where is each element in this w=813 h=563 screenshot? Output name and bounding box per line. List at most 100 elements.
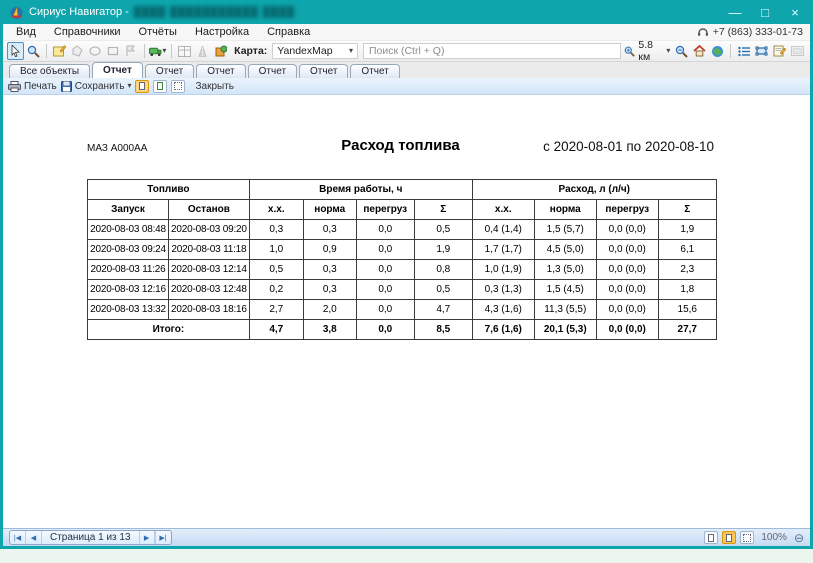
table-cell: 0,8 [414,260,472,280]
table-cell: 0,0 [356,300,414,320]
next-page-button[interactable]: ▶ [139,531,155,544]
cursor-tool-button[interactable] [7,42,24,60]
save-button[interactable]: Сохранить ▾ [61,81,132,92]
zoom-out-control[interactable]: ⊖ [794,532,804,544]
menu-bar: ВидСправочникиОтчётыНастройкаСправка +7 … [3,24,810,41]
list-icon [738,46,750,57]
package-globe-icon [215,45,227,57]
route-tool-button[interactable] [123,42,140,60]
globe-button[interactable] [709,42,726,60]
road-view-button[interactable] [194,42,211,60]
map-edit-icon [53,45,66,57]
redacted-company-name: ████ ███████████ ████ [134,7,295,18]
map-select-caret-icon: ▾ [349,47,353,55]
table-column-header-1: Останов [169,200,250,220]
table-cell: 0,5 [414,220,472,240]
object-list-button[interactable] [735,42,752,60]
tab-2[interactable]: Отчет [145,64,194,78]
table-cell: 1,9 [658,220,716,240]
menu-items: ВидСправочникиОтчётыНастройкаСправка [3,24,319,40]
close-button[interactable]: × [780,0,810,24]
table-cell: 0,0 (0,0) [596,220,658,240]
fit-page-view-button[interactable] [153,80,167,93]
table-cell: 0,0 [356,240,414,260]
table-view-button[interactable] [176,42,193,60]
toolbar-separator [46,44,47,58]
last-page-button[interactable]: ▶| [155,531,171,544]
table-cell: 0,0 (0,0) [596,300,658,320]
table-cell: 2,3 [658,260,716,280]
zoom-level: 100% [761,532,787,543]
print-button[interactable]: Печать [8,81,57,92]
table-cell: 0,3 [303,280,356,300]
map-scale-control[interactable]: 5.8 км ▾ [624,39,670,63]
table-cell: 2020-08-03 08:48 [88,220,169,240]
table-cell: 1,0 [249,240,303,260]
first-page-button[interactable]: |◀ [10,531,26,544]
minimize-button[interactable]: — [720,0,750,24]
totals-cell: 20,1 (5,3) [534,320,596,340]
menu-item-3[interactable]: Настройка [186,24,258,40]
totals-cell: 0,0 (0,0) [596,320,658,340]
polygon-tool-button[interactable] [69,42,86,60]
table-cell: 0,5 [414,280,472,300]
table-row-0: 2020-08-03 08:482020-08-03 09:200,30,30,… [88,220,717,240]
map-edit-button[interactable] [51,42,68,60]
notes-button[interactable] [771,42,788,60]
search-input[interactable] [363,43,621,59]
map-select[interactable]: YandexMap ▾ [272,43,358,59]
screenshot-button[interactable] [789,42,806,60]
package-button[interactable] [212,42,229,60]
support-phone: +7 (863) 333-01-73 [697,26,810,38]
table-cell: 0,4 (1,4) [472,220,534,240]
view-mode-single-button[interactable] [704,531,718,544]
magnifier-icon [27,45,40,58]
home-button[interactable] [691,42,708,60]
save-label: Сохранить [75,81,125,92]
map-label: Карта: [234,45,267,57]
save-menu-caret-icon[interactable]: ▾ [127,82,131,90]
tab-5[interactable]: Отчет [299,64,348,78]
table-cell: 2020-08-03 09:20 [169,220,250,240]
zoom-out-button[interactable] [673,42,690,60]
menu-item-0[interactable]: Вид [7,24,45,40]
geofence-button[interactable] [753,42,770,60]
home-icon [693,45,706,57]
menu-item-1[interactable]: Справочники [45,24,130,40]
tab-6[interactable]: Отчет [350,64,399,78]
view-mode-fit-button[interactable] [722,531,736,544]
map-select-value: YandexMap [277,45,332,57]
prev-page-button[interactable]: ◀ [26,531,42,544]
maximize-button[interactable]: □ [750,0,780,24]
tab-0[interactable]: Все объекты [9,64,90,78]
table-cell: 0,5 [249,260,303,280]
table-cell: 0,0 [356,220,414,240]
multi-page-view-button[interactable] [171,80,185,93]
road-icon [196,46,209,57]
rectangle-tool-button[interactable] [105,42,122,60]
vehicle-menu-button[interactable]: ▾ [148,42,167,60]
view-mode-grid-button[interactable] [740,531,754,544]
tab-4[interactable]: Отчет [248,64,297,78]
zoom-in-icon [624,45,635,58]
tab-1[interactable]: Отчет [92,62,143,78]
headset-icon [697,27,709,38]
page-icon [139,82,145,90]
vehicle-menu-caret-icon: ▾ [162,47,166,55]
table-cell: 2020-08-03 09:24 [88,240,169,260]
tab-3[interactable]: Отчет [196,64,245,78]
table-cell: 0,3 [303,220,356,240]
table-icon [178,46,191,57]
ellipse-tool-button[interactable] [87,42,104,60]
table-cell: 1,3 (5,0) [534,260,596,280]
close-report-button[interactable]: Закрыть [195,81,234,92]
table-column-header-6: х.х. [472,200,534,220]
single-page-view-button[interactable] [135,80,149,93]
table-cell: 2,7 [249,300,303,320]
vehicle-icon [149,46,162,57]
menu-item-2[interactable]: Отчёты [130,24,186,40]
menu-item-4[interactable]: Справка [258,24,319,40]
totals-cell: 3,8 [303,320,356,340]
totals-cell: 4,7 [249,320,303,340]
search-objects-button[interactable] [25,42,42,60]
